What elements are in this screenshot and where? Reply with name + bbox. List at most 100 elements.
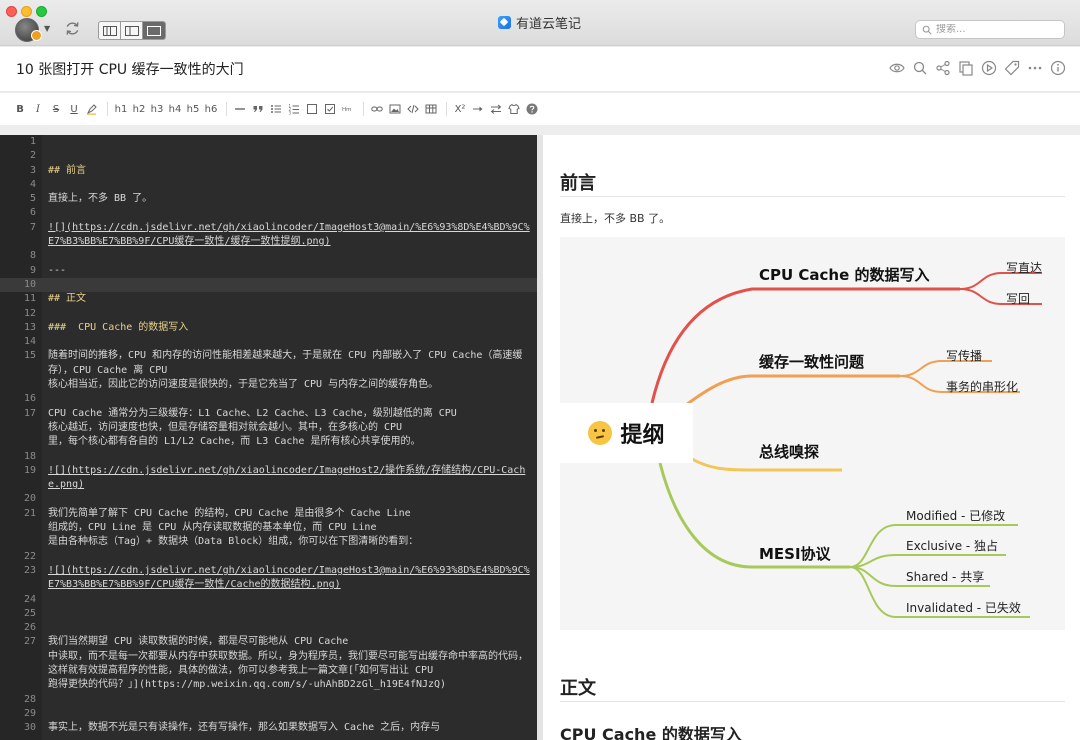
editor-line[interactable]: 11 ## 正文 — [0, 292, 537, 306]
editor-line[interactable]: 27 我们当然期望 CPU 读取数据的时候，都是尽可能地从 CPU Cache 中… — [0, 635, 537, 692]
task-list-icon[interactable] — [322, 100, 338, 118]
line-text — [48, 621, 533, 635]
line-text — [48, 593, 533, 607]
line-text: 事实上，数据不光是只有读操作，还有写操作，那么如果数据写入 Cache 之后，内… — [48, 722, 441, 734]
editor-line[interactable]: 21 我们先简单了解下 CPU Cache 的结构，CPU Cache 是由很多个… — [0, 507, 537, 550]
share-icon[interactable] — [935, 60, 951, 76]
arrow-right-icon[interactable] — [470, 100, 486, 118]
swap-icon[interactable] — [488, 100, 504, 118]
editor-line[interactable]: 16 — [0, 392, 537, 406]
play-present-icon[interactable] — [981, 60, 997, 76]
sync-icon[interactable] — [64, 20, 81, 37]
template-shirt-icon[interactable] — [506, 100, 522, 118]
two-column-view-button[interactable] — [121, 22, 143, 39]
copy-icon[interactable] — [958, 60, 974, 76]
editor-line[interactable]: 12 — [0, 307, 537, 321]
horizontal-rule-icon[interactable] — [232, 100, 248, 118]
editor-line[interactable]: 7 ![](https://cdn.jsdelivr.net/gh/xiaolin… — [0, 221, 537, 250]
three-column-view-button[interactable] — [99, 22, 121, 39]
find-search-icon[interactable] — [912, 60, 928, 76]
editor-line[interactable]: 23 ![](https://cdn.jsdelivr.net/gh/xiaoli… — [0, 564, 537, 593]
line-number: 11 — [23, 293, 36, 305]
editor-line[interactable]: 5 直接上，不多 BB 了。 — [0, 192, 537, 206]
editor-line[interactable]: 26 — [0, 621, 537, 635]
heading2-button[interactable]: h2 — [131, 100, 147, 118]
editor-line[interactable]: 9 --- — [0, 264, 537, 278]
single-column-view-button[interactable] — [143, 22, 165, 39]
tag-icon[interactable] — [1004, 60, 1020, 76]
mindmap-leaf-label: Exclusive - 独占 — [906, 539, 999, 553]
zoom-window-button[interactable] — [36, 6, 47, 17]
toolbar-divider — [107, 102, 108, 116]
highlight-icon[interactable] — [84, 100, 100, 118]
editor-line[interactable]: 20 — [0, 492, 537, 506]
line-text: 随着时间的推移，CPU 和内存的访问性能相差越来越大，于是就在 CPU 内部嵌入… — [48, 350, 523, 391]
numbered-list-icon[interactable]: 123 — [286, 100, 302, 118]
strikethrough-button[interactable]: S — [48, 100, 64, 118]
editor-line[interactable]: 22 — [0, 550, 537, 564]
line-number: 20 — [23, 493, 36, 505]
help-icon[interactable] — [524, 100, 540, 118]
editor-line[interactable]: 30 事实上，数据不光是只有读操作，还有写操作，那么如果数据写入 Cache 之后… — [0, 721, 537, 735]
image-icon[interactable] — [387, 100, 403, 118]
close-window-button[interactable] — [6, 6, 17, 17]
editor-line[interactable]: 18 — [0, 450, 537, 464]
editor-line[interactable]: 28 — [0, 693, 537, 707]
minimize-window-button[interactable] — [21, 6, 32, 17]
svg-text:3: 3 — [289, 111, 292, 116]
line-number: 3 — [29, 164, 36, 176]
underline-button[interactable]: U — [66, 100, 82, 118]
editor-line[interactable]: 1 — [0, 135, 537, 149]
search-box[interactable] — [915, 20, 1065, 39]
heading4-button[interactable]: h4 — [167, 100, 183, 118]
line-number: 5 — [29, 193, 36, 205]
editor-line[interactable]: 6 — [0, 206, 537, 220]
mindmap-center-label: 提纲 — [620, 423, 665, 448]
table-icon[interactable] — [423, 100, 439, 118]
heading-underline — [560, 701, 1065, 702]
editor-line[interactable]: 25 — [0, 607, 537, 621]
editor-line[interactable]: 3 ## 前言 — [0, 164, 537, 178]
note-title[interactable]: 10 张图打开 CPU 缓存一致性的大门 — [16, 59, 244, 79]
editor-line[interactable]: 29 — [0, 707, 537, 721]
bullet-list-icon[interactable] — [268, 100, 284, 118]
bold-button[interactable]: B — [12, 100, 28, 118]
preview-eye-icon[interactable] — [889, 60, 905, 76]
line-text — [48, 492, 533, 506]
line-number: 27 — [23, 636, 36, 648]
line-number: 19 — [23, 464, 36, 476]
checkbox-icon[interactable] — [304, 100, 320, 118]
link-icon[interactable] — [369, 100, 385, 118]
chevron-down-icon[interactable]: ▼ — [44, 24, 50, 33]
editor-line[interactable]: 24 — [0, 593, 537, 607]
code-icon[interactable] — [405, 100, 421, 118]
editor-line[interactable]: 19 ![](https://cdn.jsdelivr.net/gh/xiaoli… — [0, 464, 537, 493]
line-text: CPU Cache 通常分为三级缓存：L1 Cache、L2 Cache、L3 … — [48, 407, 457, 448]
quote-icon[interactable] — [250, 100, 266, 118]
heading5-button[interactable]: h5 — [185, 100, 201, 118]
math-icon[interactable]: Hm — [340, 100, 356, 118]
editor-line[interactable]: 17 CPU Cache 通常分为三级缓存：L1 Cache、L2 Cache、L… — [0, 407, 537, 450]
heading3-button[interactable]: h3 — [149, 100, 165, 118]
editor-line[interactable]: 13 ### CPU Cache 的数据写入 — [0, 321, 537, 335]
editor-line[interactable]: 2 — [0, 149, 537, 163]
line-number: 10 — [23, 278, 36, 290]
line-text — [48, 249, 533, 263]
line-text — [48, 607, 533, 621]
line-number: 13 — [23, 321, 36, 333]
line-text: ![](https://cdn.jsdelivr.net/gh/xiaolinc… — [48, 564, 530, 591]
line-number: 22 — [23, 550, 36, 562]
editor-line[interactable]: 15 随着时间的推移，CPU 和内存的访问性能相差越来越大，于是就在 CPU 内部… — [0, 349, 537, 392]
markdown-editor[interactable]: 1 2 3 ## 前言 4 5 直接上，不多 BB 了。 6 7 ![](https://cdn.… — [0, 135, 537, 740]
superscript-button[interactable]: X² — [452, 100, 468, 118]
info-icon[interactable] — [1050, 60, 1066, 76]
search-input[interactable] — [936, 24, 1056, 35]
heading1-button[interactable]: h1 — [113, 100, 129, 118]
editor-line[interactable]: 10 — [0, 277, 537, 293]
editor-line[interactable]: 8 — [0, 249, 537, 263]
editor-line[interactable]: 14 — [0, 335, 537, 349]
heading6-button[interactable]: h6 — [203, 100, 219, 118]
editor-line[interactable]: 4 — [0, 178, 537, 192]
more-icon[interactable] — [1027, 60, 1043, 76]
italic-button[interactable]: I — [30, 100, 46, 118]
